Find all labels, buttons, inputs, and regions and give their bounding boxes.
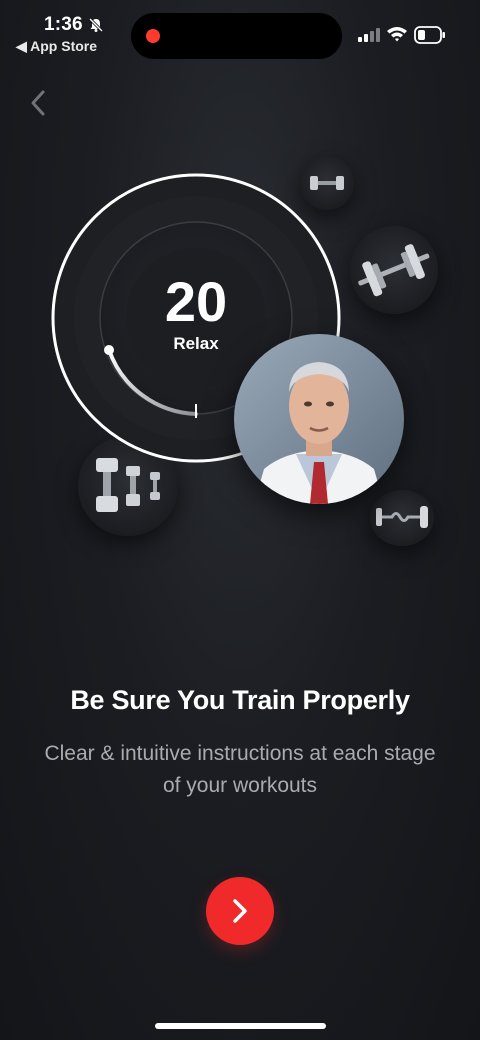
barbell-icon: [358, 244, 430, 297]
wifi-icon: [387, 27, 407, 42]
home-indicator[interactable]: [155, 1023, 326, 1029]
instructor-portrait: [234, 334, 404, 504]
back-to-app-store-link[interactable]: ◀ App Store: [16, 38, 97, 55]
barbell-bubble: [350, 226, 438, 314]
status-time: 1:36: [44, 14, 83, 35]
recording-indicator: [146, 29, 160, 43]
chevron-left-icon[interactable]: [26, 88, 52, 118]
ez-bar-bubble: [370, 490, 434, 546]
next-button[interactable]: [206, 877, 274, 945]
battery-icon: [414, 26, 445, 44]
onboarding-subtitle: Clear & intuitive instructions at each s…: [44, 742, 436, 797]
instructor-video-thumbnail: [234, 334, 404, 504]
onboarding-headline: Be Sure You Train Properly: [70, 685, 410, 715]
timer-value: 20: [164, 270, 228, 333]
chevron-right-icon: [233, 899, 247, 923]
cellular-signal-icon: [358, 28, 380, 42]
silent-bell-icon: [88, 17, 104, 33]
ez-curl-bar-icon: [376, 506, 428, 528]
dynamic-island: [131, 13, 342, 59]
